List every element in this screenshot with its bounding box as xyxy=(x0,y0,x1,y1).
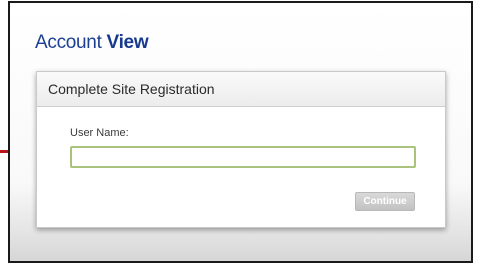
app-title: Account View xyxy=(35,32,149,54)
registration-panel: Complete Site Registration User Name: Co… xyxy=(36,71,446,228)
app-title-strong: View xyxy=(106,32,149,53)
screenshot-frame: Account View Complete Site Registration … xyxy=(8,1,473,263)
app-title-prefix: Account xyxy=(35,32,102,53)
panel-header: Complete Site Registration xyxy=(37,72,445,107)
username-input[interactable] xyxy=(70,146,416,168)
continue-button[interactable]: Continue xyxy=(355,192,415,211)
username-label: User Name: xyxy=(70,127,129,139)
